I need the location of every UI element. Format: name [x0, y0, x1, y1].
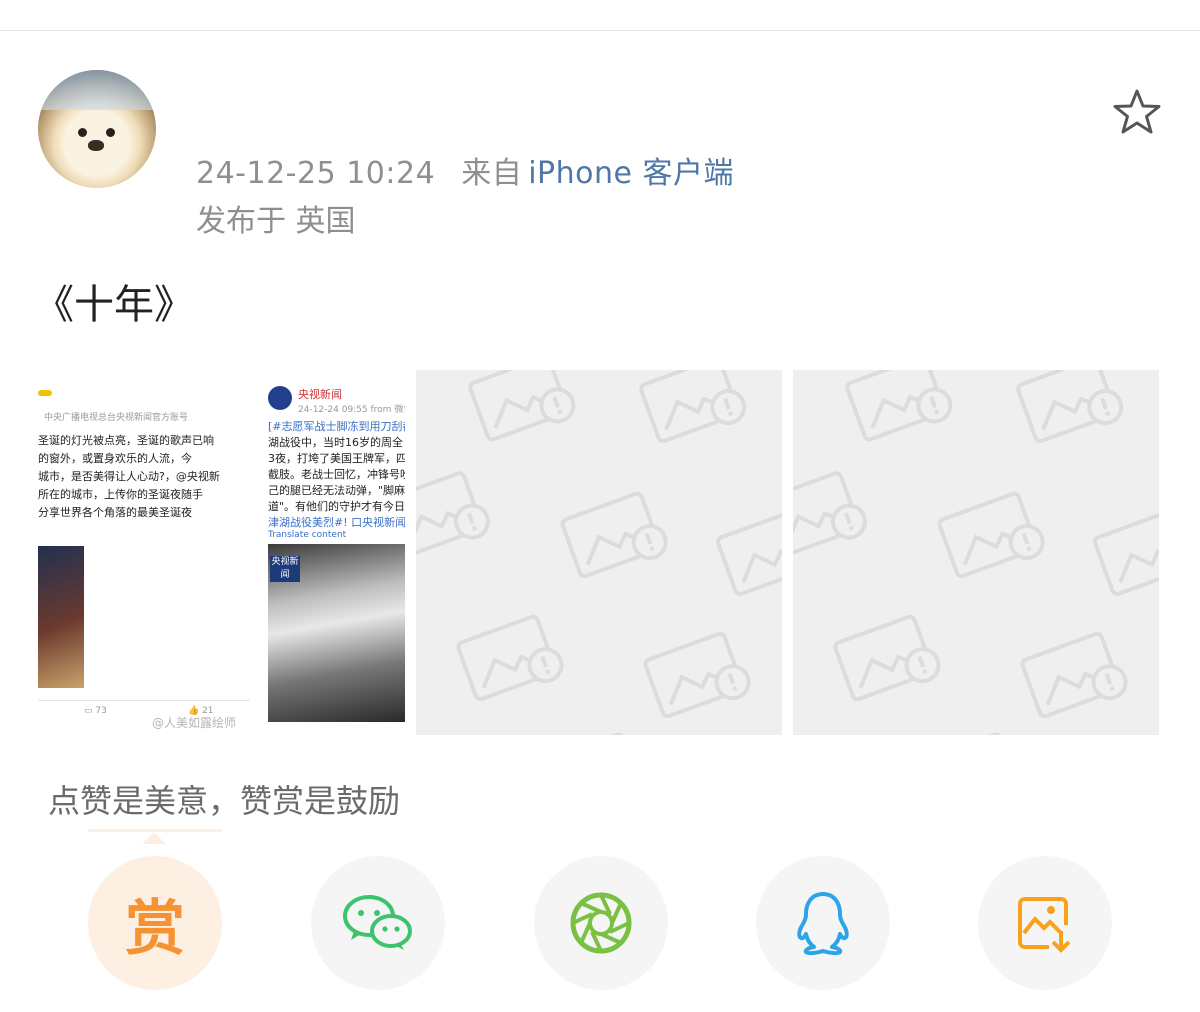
reward-caret	[142, 832, 166, 844]
wechat-icon	[343, 895, 412, 950]
wechat-share-button[interactable]	[311, 856, 445, 990]
card-text: 圣诞的灯光被点亮，圣诞的歌声已响	[38, 434, 214, 447]
moments-icon	[570, 892, 632, 954]
post-image-2-placeholder[interactable]	[416, 370, 782, 735]
card-text: [#志愿军战士脚冻到用刀刮都	[268, 420, 405, 433]
comment-count: ▭ 73	[84, 706, 107, 716]
card-photo	[38, 546, 84, 688]
card-divider	[38, 700, 250, 701]
card-video-badge: 央视新闻	[270, 556, 300, 582]
post-location: 发布于 英国	[196, 204, 356, 239]
avatar-eye-left	[78, 128, 87, 137]
card-text: 己的腿已经无法动弹，"脚麻木	[268, 484, 405, 497]
card-account-name: 央视新闻	[298, 388, 342, 401]
reward-prompt: 点赞是美意，赞赏是鼓励	[48, 782, 401, 820]
image-placeholder-icon	[793, 370, 1159, 735]
post-meta: 24-12-25 10:24 来自 iPhone 客户端	[196, 148, 734, 192]
post-source-link[interactable]: iPhone 客户端	[528, 156, 734, 191]
screenshot-card-right: 央视新闻 24-12-24 09:55 from 微博 [#志愿军战士脚冻到用刀…	[262, 370, 405, 735]
post-image-1[interactable]: 中央广播电视总台央视新闻官方账号 圣诞的灯光被点亮，圣诞的歌声已响 的窗外，或置…	[38, 370, 405, 735]
card-text: 截肢。老战士回忆，冲锋号吹	[268, 468, 405, 481]
save-image-icon	[1018, 897, 1071, 953]
card-text: 所在的城市，上传你的圣诞夜随手	[38, 488, 203, 501]
image-watermark: @人美如露绘师	[152, 716, 237, 730]
qq-icon	[797, 892, 849, 956]
card-text: 湖战役中，当时16岁的周全	[268, 436, 403, 449]
avatar-sky	[38, 70, 156, 110]
top-bar	[0, 0, 1200, 31]
avatar-nose	[88, 140, 104, 151]
vip-badge	[38, 390, 52, 396]
card-text: 3夜，打垮了美国王牌军，四	[268, 452, 405, 465]
avatar[interactable]	[38, 70, 156, 188]
card-text: 城市，是否美得让人心动?，@央视新	[38, 470, 220, 483]
card-text: 的窗外，或置身欢乐的人流，今	[38, 452, 192, 465]
source-prefix: 来自	[461, 156, 523, 191]
post-image-3-placeholder[interactable]	[793, 370, 1159, 735]
post-text: 《十年》	[34, 282, 194, 328]
reward-icon: 赏	[125, 893, 185, 964]
post-timestamp: 24-12-25 10:24	[196, 156, 436, 191]
qq-share-button[interactable]	[756, 856, 890, 990]
card-text: 道"。有他们的守护才有今日	[268, 500, 405, 513]
card-text: 津湖战役美烈#! 口央视新闻	[268, 516, 405, 529]
image-placeholder-icon	[416, 370, 782, 735]
avatar-eye-right	[106, 128, 115, 137]
screenshot-card-left: 中央广播电视总台央视新闻官方账号 圣诞的灯光被点亮，圣诞的歌声已响 的窗外，或置…	[38, 370, 250, 735]
translate-link: Translate content	[268, 530, 347, 540]
reward-button[interactable]: 赏	[88, 856, 222, 990]
comment-count-value: 73	[95, 706, 107, 716]
card-account-avatar	[268, 386, 292, 410]
card-time: 24-12-24 09:55 from 微博	[298, 405, 405, 415]
star-outline-icon[interactable]	[1112, 88, 1162, 134]
card-text: 分享世界各个角落的最美圣诞夜	[38, 506, 192, 519]
save-image-button[interactable]	[978, 856, 1112, 990]
card-text: 中央广播电视总台央视新闻官方账号	[44, 413, 189, 423]
moments-share-button[interactable]	[534, 856, 668, 990]
